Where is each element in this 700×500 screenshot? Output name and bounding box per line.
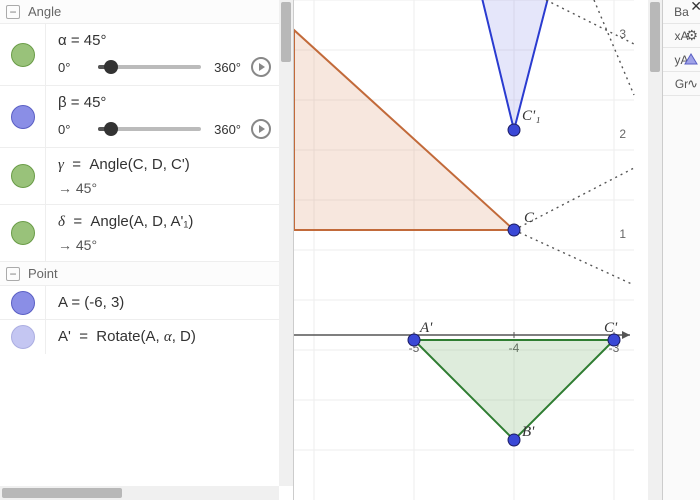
algebra-vscrollbar[interactable]: [279, 0, 293, 486]
close-icon[interactable]: ✕: [690, 0, 700, 15]
label-Bp: B': [522, 424, 535, 440]
style-bar: Ba ✕ xA ⚙ yA Gr ∿: [662, 0, 700, 500]
slider-max: 360°: [207, 122, 241, 137]
slider-min: 0°: [58, 60, 92, 75]
collapse-icon[interactable]: −: [6, 5, 20, 19]
color-swatch[interactable]: [11, 325, 35, 349]
point-C[interactable]: [508, 224, 520, 236]
point-Bp[interactable]: [508, 434, 520, 446]
green-triangle[interactable]: [414, 340, 614, 440]
color-swatch[interactable]: [11, 105, 35, 129]
alpha-formula: α = 45°: [58, 32, 271, 49]
collapse-icon[interactable]: −: [6, 267, 20, 281]
tick-label: 2: [619, 127, 626, 141]
gamma-value: → 45°: [58, 180, 271, 196]
graphics-view[interactable]: -5 -4 -3 1 2 3: [294, 0, 662, 500]
row-beta[interactable]: β = 45° 0° 360°: [0, 86, 279, 148]
point-Ap[interactable]: [408, 334, 420, 346]
beta-slider[interactable]: [98, 127, 201, 131]
slider-min: 0°: [58, 122, 92, 137]
tick-label: 1: [619, 227, 626, 241]
label-Cp1: C'₁: [522, 108, 540, 124]
play-icon[interactable]: [251, 119, 271, 139]
section-point[interactable]: − Point: [0, 262, 279, 286]
yaxis-button[interactable]: yA: [663, 48, 700, 72]
section-angle[interactable]: − Angle: [0, 0, 279, 24]
xaxis-button[interactable]: xA ⚙: [663, 24, 700, 48]
delta-value: → 45°: [58, 237, 271, 253]
orange-triangle[interactable]: [294, 30, 514, 230]
color-swatch[interactable]: [11, 164, 35, 188]
label-Ap: A': [419, 320, 433, 336]
pointAp-formula: A' = Rotate(A, α, D): [58, 328, 271, 346]
graphics-vscrollbar[interactable]: [648, 0, 662, 500]
row-delta[interactable]: δ = Angle(A, D, A'₁) → 45°: [0, 205, 279, 262]
play-icon[interactable]: [251, 57, 271, 77]
algebra-hscrollbar[interactable]: [0, 486, 279, 500]
section-label: Point: [28, 266, 58, 281]
row-point-a[interactable]: A = (-6, 3): [0, 286, 279, 320]
row-alpha[interactable]: α = 45° 0° 360°: [0, 24, 279, 86]
triangle-icon: [683, 51, 699, 70]
basic-button[interactable]: Ba ✕: [663, 0, 700, 24]
tick-label: 3: [619, 27, 626, 41]
color-swatch[interactable]: [11, 221, 35, 245]
row-gamma[interactable]: γ = Angle(C, D, C') → 45°: [0, 148, 279, 205]
color-swatch[interactable]: [11, 291, 35, 315]
label-C: C: [524, 210, 535, 226]
row-point-aprime[interactable]: A' = Rotate(A, α, D): [0, 320, 279, 354]
pointA-formula: A = (-6, 3): [58, 294, 271, 311]
delta-formula: δ = Angle(A, D, A'₁): [58, 213, 271, 231]
label-Cp: C': [604, 320, 618, 336]
gamma-formula: γ = Angle(C, D, C'): [58, 156, 271, 174]
color-swatch[interactable]: [11, 43, 35, 67]
section-label: Angle: [28, 4, 61, 19]
gear-icon[interactable]: ⚙: [685, 27, 698, 44]
slider-max: 360°: [207, 60, 241, 75]
grid-button[interactable]: Gr ∿: [663, 72, 700, 96]
algebra-panel: − Angle α = 45° 0° 360°: [0, 0, 294, 500]
alpha-slider[interactable]: [98, 65, 201, 69]
beta-formula: β = 45°: [58, 94, 271, 111]
point-Cp1[interactable]: [508, 124, 520, 136]
curve-icon: ∿: [687, 76, 698, 92]
